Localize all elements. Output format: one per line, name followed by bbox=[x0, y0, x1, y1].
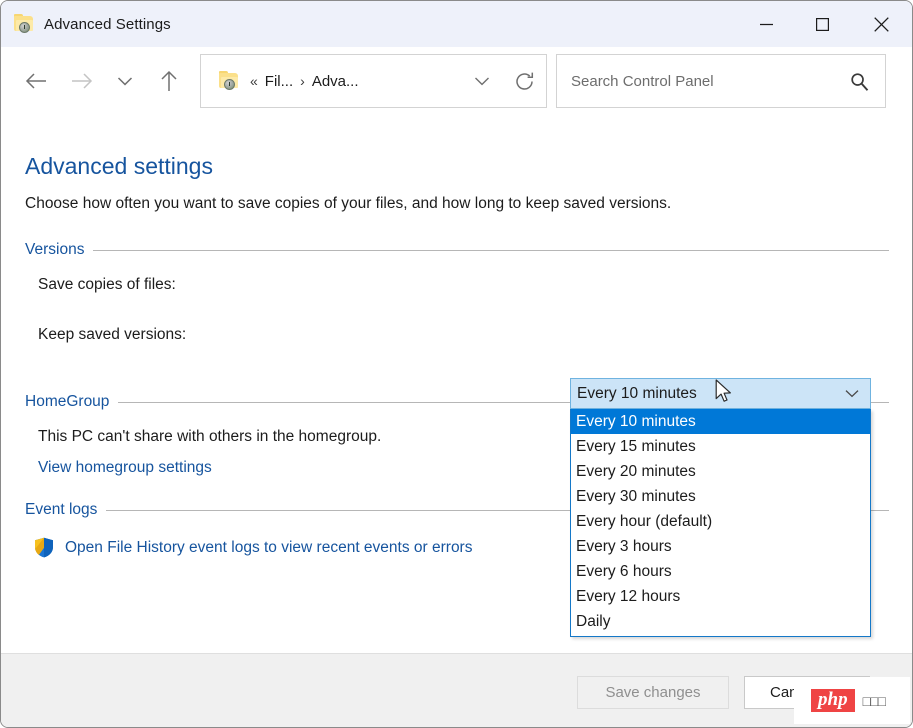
uac-shield-icon bbox=[34, 537, 54, 558]
label-save-copies-of-files: Save copies of files: bbox=[38, 276, 176, 293]
save-copies-dropdown-list[interactable]: Every 10 minutes Every 15 minutes Every 20… bbox=[570, 409, 871, 637]
group-header-versions: Versions bbox=[25, 241, 889, 259]
dropdown-option-5[interactable]: Every 3 hours bbox=[571, 534, 870, 559]
php-logo-badge: php bbox=[811, 689, 855, 712]
window-controls bbox=[738, 1, 912, 47]
dropdown-option-4[interactable]: Every hour (default) bbox=[571, 509, 870, 534]
breadcrumb-separator: › bbox=[300, 73, 305, 89]
content-area: Advanced settings Choose how often you w… bbox=[1, 115, 912, 653]
dropdown-option-8[interactable]: Daily bbox=[571, 609, 870, 634]
group-label-versions: Versions bbox=[25, 241, 85, 258]
breadcrumb-item-1[interactable]: Adva... bbox=[312, 73, 359, 90]
forward-arrow-icon[interactable] bbox=[59, 59, 103, 103]
breadcrumb-overflow[interactable]: « bbox=[250, 73, 258, 89]
address-chevron-down-icon[interactable] bbox=[462, 55, 502, 107]
close-icon[interactable] bbox=[850, 1, 912, 47]
event-logs-row[interactable]: Open File History event logs to view rec… bbox=[34, 537, 472, 558]
title-bar: Advanced Settings bbox=[1, 1, 912, 47]
label-keep-saved-versions: Keep saved versions: bbox=[38, 326, 187, 343]
homegroup-status-text: This PC can't share with others in the h… bbox=[38, 428, 382, 445]
dropdown-option-0[interactable]: Every 10 minutes bbox=[571, 409, 870, 434]
maximize-icon[interactable] bbox=[794, 1, 850, 47]
navigation-toolbar: « Fil... › Adva... bbox=[1, 47, 912, 115]
open-event-logs-link[interactable]: Open File History event logs to view rec… bbox=[65, 539, 472, 557]
dropdown-option-2[interactable]: Every 20 minutes bbox=[571, 459, 870, 484]
minimize-icon[interactable] bbox=[738, 1, 794, 47]
page-title: Advanced settings bbox=[25, 153, 213, 179]
php-watermark-overlay: php □□□ bbox=[794, 677, 910, 724]
dropdown-option-1[interactable]: Every 15 minutes bbox=[571, 434, 870, 459]
address-folder-icon bbox=[218, 70, 240, 92]
group-divider bbox=[93, 249, 889, 251]
search-input[interactable] bbox=[571, 72, 826, 90]
dialog-footer: Save changes Cancel bbox=[1, 653, 912, 727]
save-changes-button[interactable]: Save changes bbox=[577, 676, 729, 709]
dropdown-option-6[interactable]: Every 6 hours bbox=[571, 559, 870, 584]
combobox-selected-value: Every 10 minutes bbox=[577, 384, 697, 402]
search-box[interactable] bbox=[556, 54, 886, 108]
group-label-event-logs: Event logs bbox=[25, 501, 98, 518]
dropdown-option-3[interactable]: Every 30 minutes bbox=[571, 484, 870, 509]
up-arrow-icon[interactable] bbox=[147, 59, 191, 103]
watermark-text: □□□ bbox=[862, 692, 886, 709]
breadcrumb-item-0[interactable]: Fil... bbox=[265, 73, 293, 90]
dropdown-option-7[interactable]: Every 12 hours bbox=[571, 584, 870, 609]
address-bar[interactable]: « Fil... › Adva... bbox=[200, 54, 547, 108]
save-copies-combobox[interactable]: Every 10 minutes bbox=[570, 378, 871, 409]
group-label-homegroup: HomeGroup bbox=[25, 393, 110, 410]
recent-locations-chevron-down-icon[interactable] bbox=[103, 59, 147, 103]
back-arrow-icon[interactable] bbox=[15, 59, 59, 103]
view-homegroup-settings-link[interactable]: View homegroup settings bbox=[38, 459, 212, 477]
window-title: Advanced Settings bbox=[44, 15, 171, 33]
page-subtitle: Choose how often you want to save copies… bbox=[25, 195, 672, 212]
chevron-down-icon[interactable] bbox=[845, 389, 859, 398]
refresh-icon[interactable] bbox=[502, 55, 546, 107]
search-icon[interactable] bbox=[850, 72, 869, 91]
file-history-folder-icon bbox=[13, 13, 35, 35]
breadcrumb: « Fil... › Adva... bbox=[250, 73, 359, 90]
advanced-settings-window: Advanced Settings « Fil... › Adva... Sea… bbox=[0, 0, 913, 728]
